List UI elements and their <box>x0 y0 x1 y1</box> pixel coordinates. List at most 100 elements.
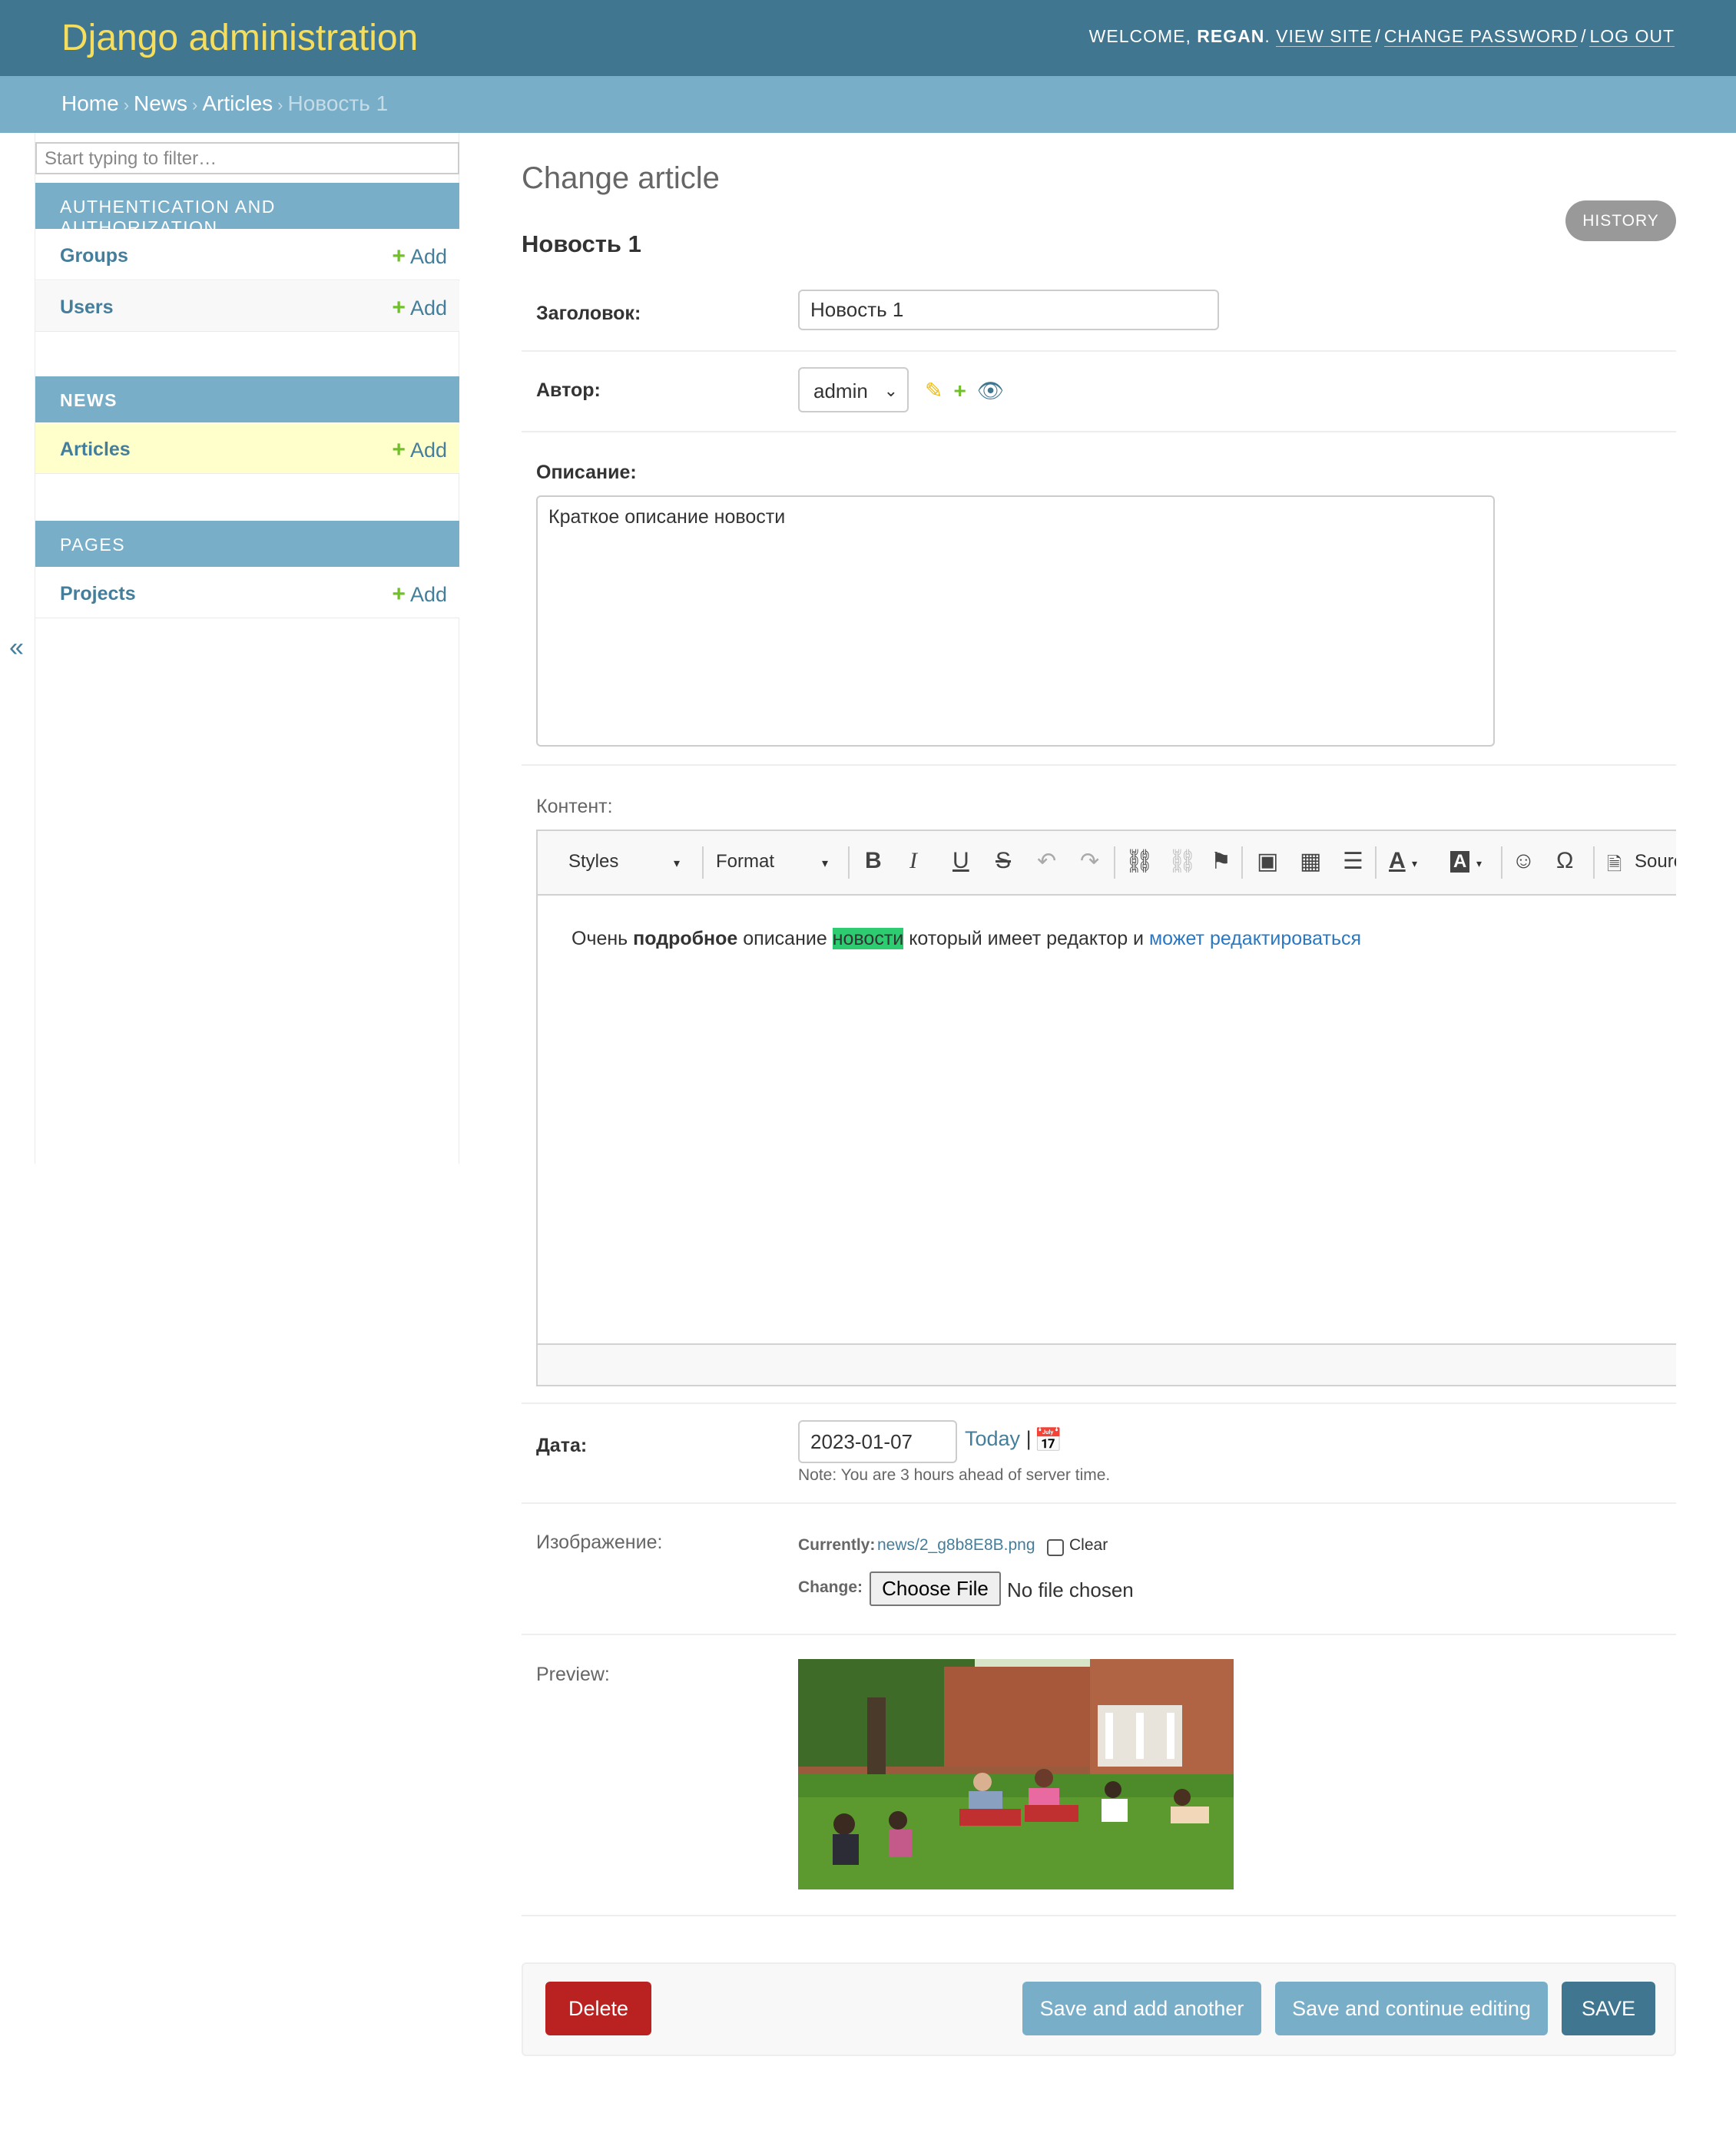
chevron-down-icon[interactable]: ▾ <box>1476 857 1482 870</box>
breadcrumb-home[interactable]: Home <box>61 91 119 115</box>
sidebar-item-label[interactable]: Groups <box>60 245 128 267</box>
calendar-icon[interactable]: 📅 <box>1034 1427 1062 1454</box>
site-brand[interactable]: Django administration <box>61 17 418 59</box>
content-label: Контент: <box>536 796 613 817</box>
save-and-add-another-button[interactable]: Save and add another <box>1022 1982 1261 2035</box>
clear-checkbox[interactable] <box>1047 1539 1064 1556</box>
sidebar-item-projects[interactable]: Projects + Add <box>35 568 459 618</box>
redo-icon[interactable]: ↷ <box>1080 848 1099 875</box>
nav-sidebar: Start typing to filter… AUTHENTICATION A… <box>35 133 459 1164</box>
today-link[interactable]: Today | <box>965 1427 1032 1451</box>
divider <box>522 1634 1676 1635</box>
sidebar-item-label[interactable]: Articles <box>60 439 131 461</box>
preview-label: Preview: <box>536 1664 610 1685</box>
add-project-button[interactable]: + Add <box>392 581 447 608</box>
view-site-link[interactable]: VIEW SITE <box>1276 26 1373 47</box>
undo-icon[interactable]: ↶ <box>1037 848 1056 875</box>
edit-related-icon[interactable]: ✎ <box>925 379 943 402</box>
sidebar-collapse-icon[interactable]: « <box>9 633 24 663</box>
plus-icon: + <box>392 581 406 607</box>
plus-icon: + <box>392 243 406 269</box>
object-title: Новость 1 <box>522 230 641 257</box>
sidebar-filter-input[interactable]: Start typing to filter… <box>35 142 459 174</box>
chevron-down-icon[interactable]: ▾ <box>674 856 680 871</box>
breadcrumb: Home › News › Articles › Новость 1 <box>0 76 1736 133</box>
sidebar-item-label[interactable]: Projects <box>60 583 136 605</box>
choose-file-button[interactable]: Choose File <box>870 1571 1001 1606</box>
divider <box>522 1403 1676 1404</box>
source-icon[interactable]: 🗎 <box>1607 851 1622 883</box>
editor-link[interactable]: может редактироваться <box>1149 928 1361 949</box>
description-label: Описание: <box>536 462 637 483</box>
module-pages-header[interactable]: PAGES <box>35 521 459 567</box>
styles-dropdown[interactable]: Styles <box>568 851 618 873</box>
description-textarea[interactable]: Краткое описание новости <box>536 495 1495 747</box>
text-color-icon[interactable]: A <box>1389 848 1406 874</box>
sidebar-item-articles[interactable]: Articles + Add <box>35 423 459 474</box>
editor-content[interactable]: Очень подробное описание новости который… <box>571 928 1361 950</box>
add-user-button[interactable]: + Add <box>392 295 447 321</box>
add-group-button[interactable]: + Add <box>392 243 447 270</box>
date-help-text: Note: You are 3 hours ahead of server ti… <box>798 1466 1111 1484</box>
history-button[interactable]: HISTORY <box>1565 200 1676 241</box>
chevron-down-icon[interactable]: ▾ <box>1412 857 1417 870</box>
title-input[interactable]: Новость 1 <box>798 290 1219 330</box>
current-file-link[interactable]: news/2_g8b8E8B.png <box>877 1536 1035 1555</box>
plus-icon: + <box>392 295 406 320</box>
user-tools: WELCOME, REGAN. VIEW SITE / CHANGE PASSWOR… <box>1088 26 1675 47</box>
strikethrough-icon[interactable]: S <box>996 848 1011 874</box>
preview-image <box>798 1659 1234 1889</box>
format-dropdown[interactable]: Format <box>716 851 774 873</box>
table-icon[interactable]: ▦ <box>1300 848 1321 875</box>
divider <box>522 1915 1676 1916</box>
highlighted-text: новости <box>832 928 904 949</box>
author-label: Автор: <box>536 379 601 401</box>
breadcrumb-articles[interactable]: Articles <box>202 91 273 115</box>
unlink-icon[interactable]: ⛓ <box>1168 848 1197 875</box>
author-select[interactable]: admin ⌄ <box>798 367 909 412</box>
breadcrumb-news[interactable]: News <box>134 91 187 115</box>
save-button[interactable]: SAVE <box>1562 1982 1655 2035</box>
breadcrumb-current: Новость 1 <box>287 91 389 115</box>
chevron-down-icon[interactable]: ▾ <box>822 856 828 871</box>
change-label: Change: <box>798 1578 863 1596</box>
italic-icon[interactable]: I <box>909 848 917 874</box>
date-input[interactable]: 2023-01-07 <box>798 1420 957 1463</box>
divider <box>522 350 1676 352</box>
save-and-continue-button[interactable]: Save and continue editing <box>1275 1982 1548 2035</box>
submit-row: Delete Save and add another Save and con… <box>522 1962 1676 2056</box>
module-auth-header[interactable]: AUTHENTICATION AND AUTHORIZATION <box>35 183 459 237</box>
page-title: Change article <box>522 161 720 195</box>
editor-toolbar: Styles ▾ Format ▾ B I U S ↶ ↷ ⛓ ⛓ ⚑ ▣ ▦ … <box>538 831 1676 896</box>
sidebar-item-groups[interactable]: Groups + Add <box>35 230 459 280</box>
add-related-icon[interactable]: + <box>953 379 966 402</box>
image-icon[interactable]: ▣ <box>1257 848 1278 875</box>
username: REGAN <box>1197 26 1265 46</box>
view-related-icon[interactable]: 👁 <box>977 379 1005 402</box>
horizontal-line-icon[interactable]: ☰ <box>1343 848 1363 875</box>
related-widget-actions: ✎ + 👁 <box>925 378 1015 403</box>
underline-icon[interactable]: U <box>952 848 969 874</box>
divider <box>522 431 1676 432</box>
link-icon[interactable]: ⛓ <box>1125 848 1154 875</box>
add-article-button[interactable]: + Add <box>392 437 447 463</box>
source-button[interactable]: Source <box>1635 851 1676 873</box>
special-char-icon[interactable]: Ω <box>1556 848 1573 874</box>
image-label: Изображение: <box>536 1532 663 1553</box>
delete-button[interactable]: Delete <box>545 1982 651 2035</box>
currently-label: Currently: <box>798 1536 876 1554</box>
clear-label[interactable]: Clear <box>1069 1536 1108 1555</box>
module-news-header[interactable]: NEWS <box>35 376 459 422</box>
rich-text-editor[interactable]: Styles ▾ Format ▾ B I U S ↶ ↷ ⛓ ⛓ ⚑ ▣ ▦ … <box>536 830 1676 1386</box>
change-password-link[interactable]: CHANGE PASSWORD <box>1383 26 1579 47</box>
editor-footer <box>538 1343 1676 1385</box>
smiley-icon[interactable]: ☺ <box>1512 848 1536 874</box>
anchor-flag-icon[interactable]: ⚑ <box>1211 848 1231 875</box>
background-color-icon[interactable]: A <box>1450 851 1470 873</box>
sidebar-item-label[interactable]: Users <box>60 296 114 319</box>
log-out-link[interactable]: LOG OUT <box>1589 26 1675 47</box>
bold-icon[interactable]: B <box>865 848 882 874</box>
plus-icon: + <box>392 437 406 462</box>
sidebar-item-users[interactable]: Users + Add <box>35 281 459 332</box>
title-label: Заголовок: <box>536 303 641 324</box>
